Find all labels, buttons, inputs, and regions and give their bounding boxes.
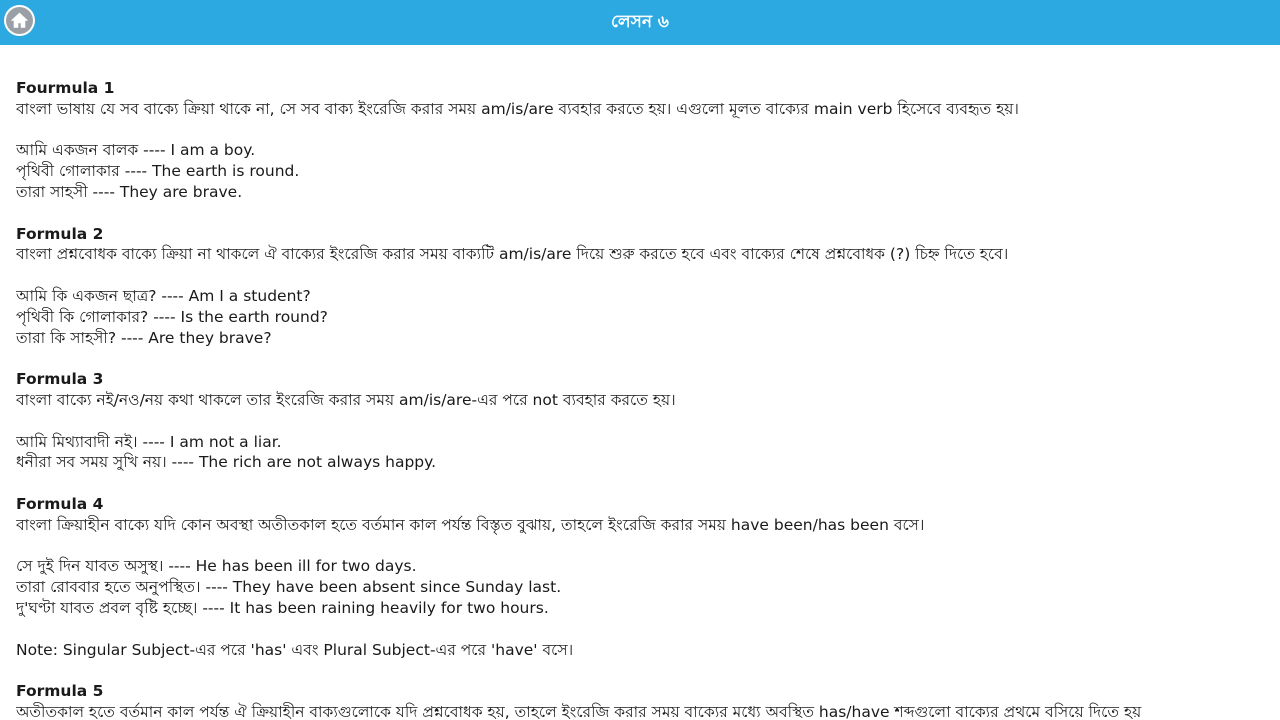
example-line: ধনীরা সব সময় সুখি নয়। ---- The rich ar… — [16, 453, 437, 472]
formula-section-3: Formula 3 বাংলা বাক্যে নই/নও/নয় কথা থাক… — [16, 369, 1276, 473]
example-line: সে দুই দিন যাবত অসুস্থ। ---- He has been… — [16, 557, 417, 576]
formula-section-4: Formula 4 বাংলা ক্রিয়াহীন বাক্যে যদি কো… — [16, 494, 1276, 619]
example-line: তারা কি সাহসী? ---- Are they brave? — [16, 328, 272, 347]
formula-heading: Formula 5 — [16, 682, 104, 701]
formula-heading: Fourmula 1 — [16, 79, 115, 97]
example-line: পৃথিবী কি গোলাকার? ---- Is the earth rou… — [16, 307, 328, 326]
formula-heading: Formula 2 — [16, 224, 104, 243]
example-line: তারা সাহসী ---- They are brave. — [16, 182, 243, 201]
formula-rule: বাংলা বাক্যে নই/নও/নয় কথা থাকলে তার ইংর… — [16, 390, 676, 409]
example-line: আমি একজন বালক ---- I am a boy. — [16, 141, 256, 160]
example-line: তারা রোববার হতে অনুপস্থিত। ---- They hav… — [16, 578, 562, 597]
formula-section-1: Fourmula 1 বাংলা ভাষায় যে সব বাক্যে ক্র… — [16, 78, 1276, 203]
formula-section-2: Formula 2 বাংলা প্রশ্নবোধক বাক্যে ক্রিয়… — [16, 224, 1276, 349]
formula-rule: বাংলা ভাষায় যে সব বাক্যে ক্রিয়া থাকে ন… — [16, 99, 1019, 118]
app-header: লেসন ৬ — [0, 0, 1280, 45]
formula-rule: বাংলা প্রশ্নবোধক বাক্যে ক্রিয়া না থাকলে… — [16, 245, 1009, 264]
formula-heading: Formula 4 — [16, 494, 104, 513]
example-line: দু'ঘণ্টা যাবত প্রবল বৃষ্টি হচ্ছে। ---- I… — [16, 598, 549, 617]
example-line: পৃথিবী গোলাকার ---- The earth is round. — [16, 162, 300, 181]
formula-rule: অতীতকাল হতে বর্তমান কাল পর্যন্ত ঐ ক্রিয়… — [16, 702, 1142, 720]
formula-note: Note: Singular Subject-এর পরে 'has' এবং … — [16, 640, 574, 659]
example-line: আমি কি একজন ছাত্র? ---- Am I a student? — [16, 286, 311, 305]
lesson-content: Fourmula 1 বাংলা ভাষায় যে সব বাক্যে ক্র… — [16, 78, 1276, 720]
example-line: আমি মিথ্যাবাদী নই। ---- I am not a liar. — [16, 432, 282, 451]
page-title: লেসন ৬ — [611, 12, 669, 32]
formula-rule: বাংলা ক্রিয়াহীন বাক্যে যদি কোন অবস্থা অ… — [16, 515, 925, 534]
formula-heading: Formula 3 — [16, 370, 104, 389]
formula-section-5: Formula 5 অতীতকাল হতে বর্তমান কাল পর্যন্… — [16, 681, 1276, 720]
